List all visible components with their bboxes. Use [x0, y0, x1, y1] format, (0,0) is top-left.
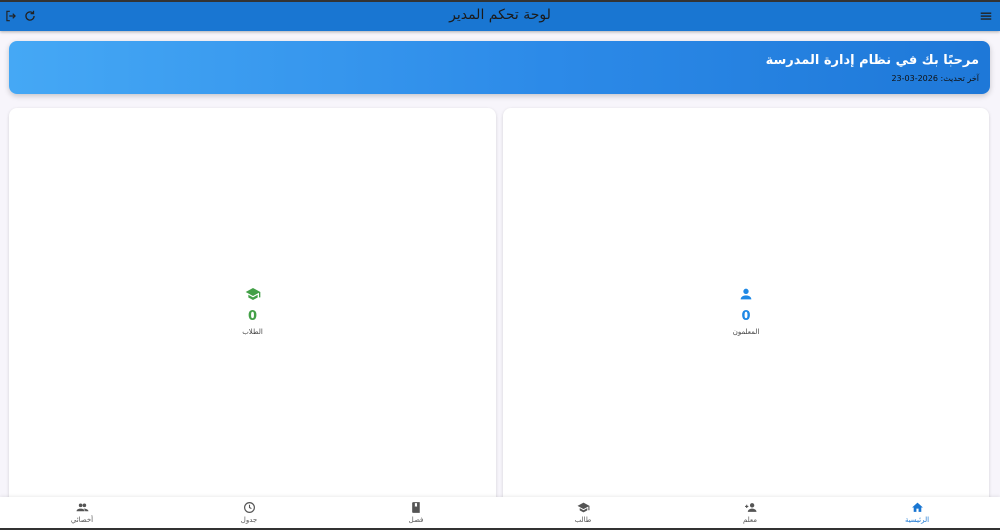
- app-title: لوحة تحكم المدير: [449, 7, 551, 23]
- welcome-text: مرحبًا بك في نظام إدارة المدرسة: [765, 53, 979, 68]
- nav-item-schedule[interactable]: جدول: [219, 501, 279, 524]
- students-count: 0: [247, 309, 258, 324]
- students-label: الطلاب: [242, 328, 263, 336]
- welcome-banner: مرحبًا بك في نظام إدارة المدرسة آخر تحدي…: [9, 41, 990, 94]
- menu-icon[interactable]: [979, 9, 993, 23]
- nav-label-class: فصل: [408, 516, 424, 524]
- app-bar: لوحة تحكم المدير: [0, 0, 1000, 31]
- nav-label-teacher: معلم: [742, 516, 758, 524]
- nav-item-class[interactable]: فصل: [386, 501, 446, 524]
- nav-label-home: الرئيسية: [904, 516, 930, 524]
- school-icon: [245, 288, 260, 300]
- school-icon: [577, 502, 589, 513]
- clock-icon: [243, 502, 255, 513]
- people-icon: [76, 503, 88, 512]
- teachers-count: 0: [741, 309, 751, 324]
- person-icon: [740, 288, 752, 300]
- book-icon: [411, 502, 420, 513]
- nav-item-home[interactable]: الرئيسية: [887, 501, 947, 524]
- last-updated-text: آخر تحديث: 2026-03-23: [891, 74, 979, 83]
- teachers-stat-card[interactable]: 0 المعلمون: [503, 108, 989, 508]
- nav-label-student: طالب: [574, 516, 592, 524]
- nav-label-specialist: أخصائي: [70, 516, 94, 524]
- home-icon: [911, 502, 923, 512]
- nav-item-teacher[interactable]: معلم: [720, 501, 780, 524]
- teachers-label: المعلمون: [732, 328, 760, 336]
- nav-item-specialist[interactable]: أخصائي: [52, 501, 112, 524]
- students-stat-card[interactable]: 0 الطلاب: [9, 108, 496, 508]
- bottom-navigation: الرئيسية معلم طالب فصل جدول أخصائي: [0, 497, 1000, 530]
- nav-label-schedule: جدول: [240, 516, 258, 524]
- person-add-icon: [744, 503, 756, 512]
- nav-item-student[interactable]: طالب: [553, 501, 613, 524]
